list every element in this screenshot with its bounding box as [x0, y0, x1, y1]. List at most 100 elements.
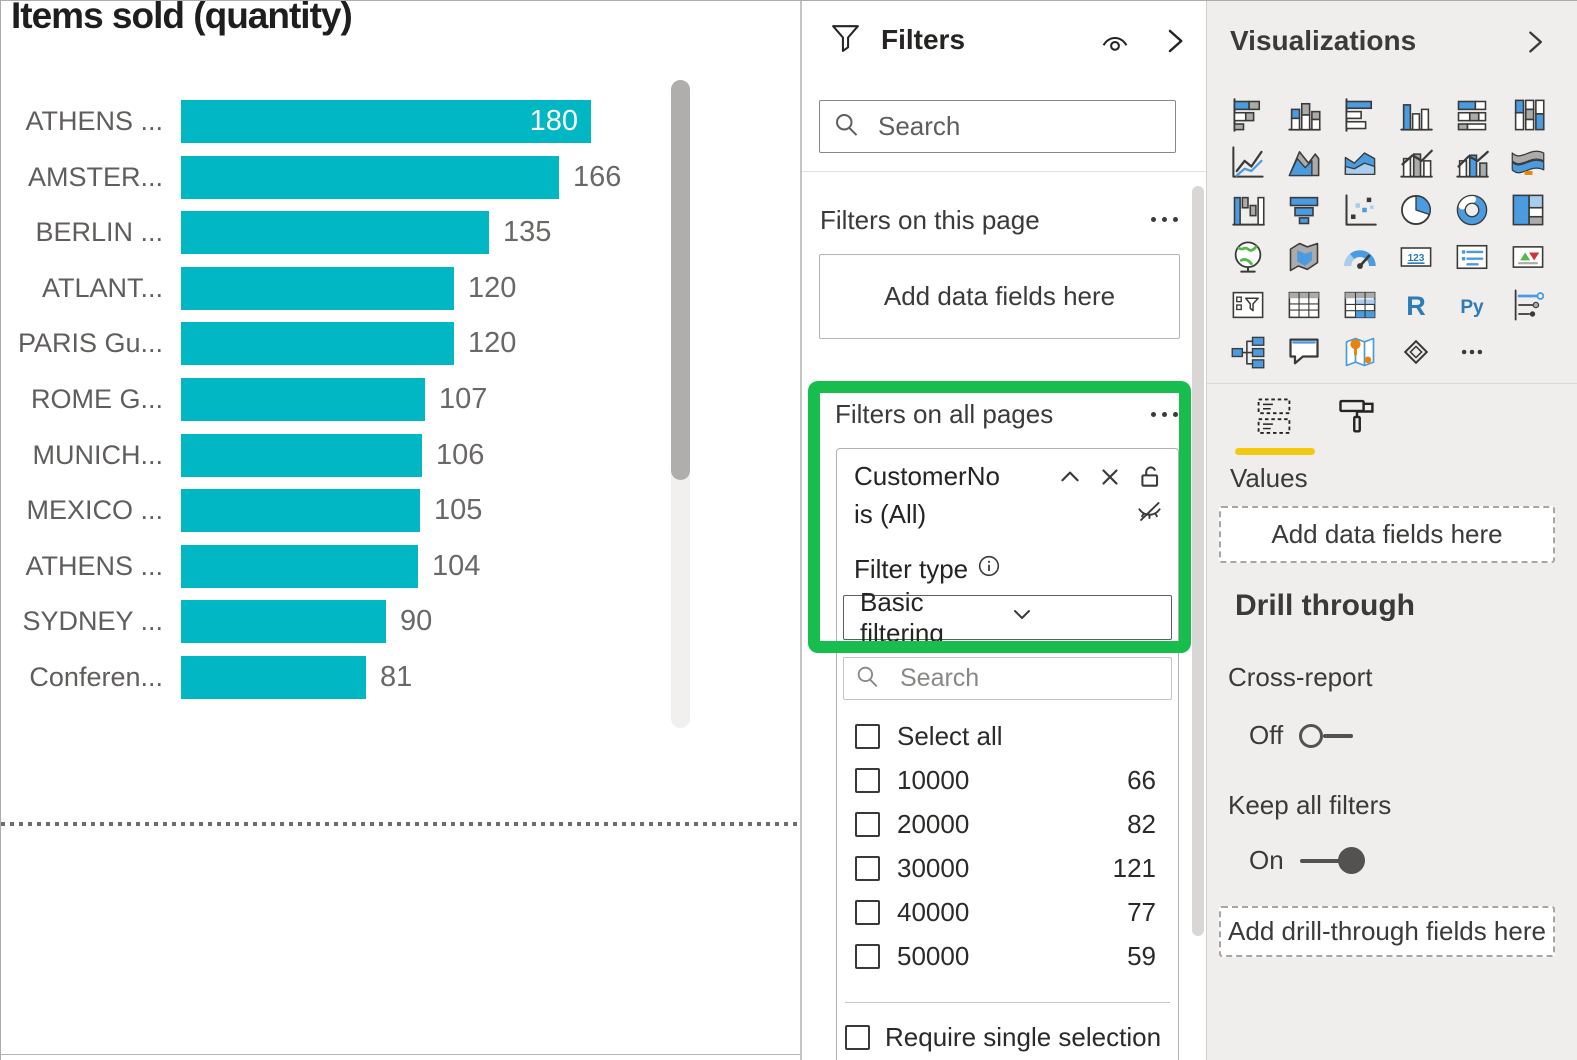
eye-slash-icon[interactable] — [1136, 498, 1163, 530]
stacked-area-chart-icon[interactable] — [1341, 143, 1379, 181]
q-and-a-icon[interactable] — [1285, 333, 1323, 371]
area-chart-icon[interactable] — [1285, 143, 1323, 181]
dotted-divider — [1, 822, 800, 826]
require-single-selection-checkbox[interactable] — [845, 1025, 870, 1050]
kpi-icon[interactable] — [1509, 238, 1547, 276]
keep-all-filters-toggle[interactable] — [1300, 847, 1365, 874]
fields-tab[interactable] — [1252, 395, 1296, 439]
filter-value-checkbox[interactable] — [855, 944, 880, 969]
bar[interactable] — [181, 322, 454, 365]
eye-icon[interactable] — [1099, 27, 1131, 64]
value-label: 135 — [503, 211, 551, 254]
multi-row-card-icon[interactable] — [1453, 238, 1491, 276]
require-single-selection-row[interactable]: Require single selection — [843, 1022, 1172, 1053]
card-icon[interactable]: 123 — [1397, 238, 1435, 276]
decomposition-tree-icon[interactable] — [1229, 333, 1267, 371]
drill-through-title: Drill through — [1235, 589, 1415, 623]
filters-search-box[interactable] — [819, 100, 1176, 153]
filter-type-dropdown[interactable]: Basic filtering — [843, 595, 1172, 640]
filter-values-search-box[interactable] — [843, 657, 1172, 700]
line-and-clustered-column-chart-icon[interactable] — [1453, 143, 1491, 181]
clustered-column-chart-icon[interactable] — [1397, 96, 1435, 134]
bar[interactable] — [181, 545, 418, 588]
chart-scrollbar-thumb[interactable] — [671, 80, 690, 480]
map-icon[interactable] — [1229, 238, 1267, 276]
visualizations-collapse-icon[interactable] — [1521, 28, 1549, 61]
close-icon[interactable] — [1097, 464, 1123, 490]
pie-chart-icon[interactable] — [1397, 191, 1435, 229]
more-visuals-icon[interactable] — [1453, 333, 1491, 371]
filter-value-row[interactable]: 1000066 — [843, 758, 1172, 802]
bar[interactable] — [181, 156, 559, 199]
unlock-icon[interactable] — [1137, 464, 1163, 490]
table-icon[interactable] — [1285, 286, 1323, 324]
report-canvas: Items sold (quantity) ATHENS ...180AMSTE… — [1, 1, 801, 1060]
stacked-bar-chart-icon[interactable] — [1229, 96, 1267, 134]
bar[interactable] — [181, 600, 386, 643]
filter-field-name: CustomerNo — [854, 461, 1043, 492]
filled-map-icon[interactable] — [1285, 238, 1323, 276]
slicer-icon[interactable] — [1229, 286, 1267, 324]
value-label: 180 — [530, 100, 578, 143]
power-apps-icon[interactable] — [1397, 333, 1435, 371]
matrix-icon[interactable] — [1341, 286, 1379, 324]
info-icon[interactable] — [977, 554, 1001, 585]
python-visual-icon[interactable]: Py — [1453, 286, 1491, 324]
clustered-bar-chart-icon[interactable] — [1341, 96, 1379, 134]
bar[interactable] — [181, 656, 366, 699]
bar[interactable] — [181, 267, 454, 310]
waterfall-chart-icon[interactable] — [1229, 191, 1267, 229]
chevron-up-icon[interactable] — [1057, 464, 1083, 490]
stacked-column-chart-icon[interactable] — [1285, 96, 1323, 134]
value-label: 106 — [436, 434, 484, 477]
paginated-report-icon[interactable] — [1509, 286, 1547, 324]
select-all-checkbox[interactable] — [855, 724, 880, 749]
funnel-chart-icon[interactable] — [1285, 191, 1323, 229]
filters-search-input[interactable] — [876, 110, 1163, 143]
add-data-fields-dropzone[interactable]: Add data fields here — [819, 254, 1180, 339]
more-options-icon[interactable] — [1145, 217, 1178, 222]
filter-value-checkbox[interactable] — [855, 900, 880, 925]
filter-type-label: Filter type — [854, 554, 968, 585]
category-label: PARIS Gu... — [1, 322, 163, 365]
filter-value-checkbox[interactable] — [855, 812, 880, 837]
values-dropzone[interactable]: Add data fields here — [1219, 506, 1555, 563]
bar[interactable] — [181, 434, 422, 477]
filter-values-search-input[interactable] — [898, 663, 1161, 694]
gauge-icon[interactable] — [1341, 238, 1379, 276]
line-chart-icon[interactable] — [1229, 143, 1267, 181]
filter-value-label: 10000 — [897, 765, 969, 796]
filter-value-row[interactable]: 30000121 — [843, 846, 1172, 890]
scatter-chart-icon[interactable] — [1341, 191, 1379, 229]
values-label: Values — [1230, 463, 1308, 494]
line-and-stacked-column-chart-icon[interactable] — [1397, 143, 1435, 181]
filter-value-checkbox[interactable] — [855, 856, 880, 881]
bar[interactable] — [181, 489, 420, 532]
more-options-icon[interactable] — [1145, 412, 1178, 417]
filters-collapse-icon[interactable] — [1160, 26, 1190, 61]
value-label: 104 — [432, 545, 480, 588]
filter-value-row[interactable]: 5000059 — [843, 934, 1172, 978]
donut-chart-icon[interactable] — [1453, 191, 1491, 229]
bar[interactable] — [181, 378, 425, 421]
cross-report-toggle[interactable] — [1299, 724, 1353, 748]
filter-value-checkbox[interactable] — [855, 768, 880, 793]
filter-value-row[interactable]: 4000077 — [843, 890, 1172, 934]
r-script-visual-icon[interactable]: R — [1397, 286, 1435, 324]
format-tab[interactable] — [1335, 395, 1379, 439]
bar[interactable]: 180 — [181, 100, 591, 143]
drill-through-dropzone[interactable]: Add drill-through fields here — [1219, 906, 1555, 957]
bar[interactable] — [181, 211, 489, 254]
category-label: ATLANT... — [1, 267, 163, 310]
hundred-percent-stacked-bar-chart-icon[interactable] — [1453, 96, 1491, 134]
filters-scrollbar-thumb[interactable] — [1192, 186, 1204, 936]
arcgis-map-icon[interactable] — [1341, 333, 1379, 371]
filter-condition: is (All) — [854, 499, 1136, 530]
search-icon — [854, 663, 880, 694]
filter-value-row[interactable]: 2000082 — [843, 802, 1172, 846]
cross-report-toggle-row: Off — [1249, 720, 1353, 751]
treemap-icon[interactable] — [1509, 191, 1547, 229]
select-all-row[interactable]: Select all — [843, 714, 1172, 758]
ribbon-chart-icon[interactable] — [1509, 143, 1547, 181]
hundred-percent-stacked-column-chart-icon[interactable] — [1509, 96, 1547, 134]
